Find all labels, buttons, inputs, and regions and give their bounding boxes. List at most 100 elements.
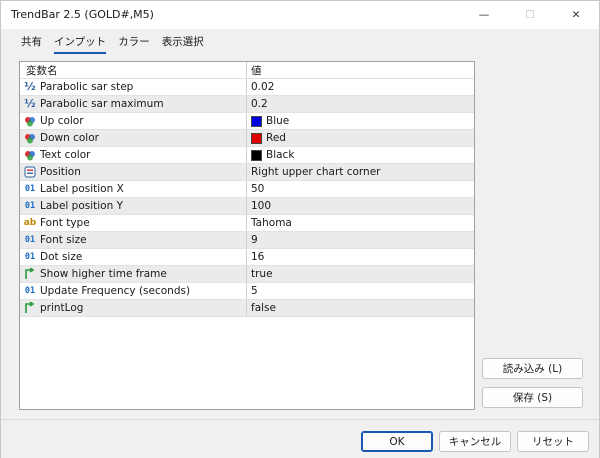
param-name: Show higher time frame [40, 268, 167, 280]
save-button[interactable]: 保存 (S) [482, 387, 583, 408]
table-row[interactable]: Text color Black [20, 147, 474, 164]
param-name: Dot size [40, 251, 83, 263]
tab-colors[interactable]: カラー [112, 35, 156, 52]
integer-icon: 01 [24, 252, 36, 262]
param-value-cell[interactable]: 50 [247, 181, 474, 197]
param-name-cell: 01 Font size [20, 232, 247, 248]
close-button[interactable]: ✕ [553, 1, 599, 29]
string-ab-icon: ab [23, 218, 37, 228]
color-swatch [251, 149, 262, 161]
table-row[interactable]: 01 Update Frequency (seconds) 5 [20, 283, 474, 300]
color-swatch [251, 115, 262, 127]
integer-icon: 01 [24, 286, 36, 296]
param-value: true [251, 268, 273, 280]
param-value: 0.02 [251, 81, 275, 93]
close-icon: ✕ [571, 9, 581, 21]
param-value-cell[interactable]: Black [247, 147, 474, 163]
param-name-cell: 01 Label position X [20, 181, 247, 197]
param-value: 0.2 [251, 98, 268, 110]
table-header: 変数名 値 [20, 62, 474, 79]
param-value: 50 [251, 183, 265, 195]
param-value-cell[interactable]: 0.2 [247, 96, 474, 112]
column-header-value[interactable]: 値 [247, 62, 474, 78]
param-value-cell[interactable]: 0.02 [247, 79, 474, 95]
table-row[interactable]: printLog false [20, 300, 474, 317]
param-value-cell[interactable]: Tahoma [247, 215, 474, 231]
cancel-button[interactable]: キャンセル [439, 431, 511, 452]
reset-button[interactable]: リセット [517, 431, 589, 452]
maximize-button[interactable]: ☐ [507, 1, 553, 29]
param-value-cell[interactable]: 5 [247, 283, 474, 299]
param-value-cell[interactable]: true [247, 266, 474, 282]
tab-common[interactable]: 共有 [15, 35, 48, 52]
param-value: Blue [266, 115, 290, 127]
param-name: Parabolic sar step [40, 81, 134, 93]
table-row[interactable]: ½ Parabolic sar maximum 0.2 [20, 96, 474, 113]
dialog-footer: OK キャンセル リセット [1, 419, 599, 458]
param-name: Position [40, 166, 81, 178]
param-name-cell: Show higher time frame [20, 266, 247, 282]
half-fraction-icon: ½ [24, 97, 36, 110]
table-row[interactable]: Down color Red [20, 130, 474, 147]
inputs-table: 変数名 値 ½ Parabolic sar step 0.02 ½ Parabolic … [19, 61, 475, 410]
tab-visualization[interactable]: 表示選択 [156, 35, 210, 52]
param-name-cell: Down color [20, 130, 247, 146]
param-value: 16 [251, 251, 265, 263]
param-name-cell: Up color [20, 113, 247, 129]
param-value: Black [266, 149, 295, 161]
param-name: Parabolic sar maximum [40, 98, 164, 110]
minimize-icon: — [478, 9, 490, 21]
table-row[interactable]: Show higher time frame true [20, 266, 474, 283]
table-row[interactable]: ½ Parabolic sar step 0.02 [20, 79, 474, 96]
integer-icon: 01 [24, 235, 36, 245]
boolean-arrow-icon [25, 268, 35, 279]
table-row[interactable]: 01 Font size 9 [20, 232, 474, 249]
param-value-cell[interactable]: 100 [247, 198, 474, 214]
param-value-cell[interactable]: false [247, 300, 474, 316]
boolean-arrow-icon [25, 302, 35, 313]
param-value: Red [266, 132, 286, 144]
load-button[interactable]: 読み込み (L) [482, 358, 583, 379]
param-value-cell[interactable]: Red [247, 130, 474, 146]
param-value: 100 [251, 200, 272, 212]
param-name-cell: printLog [20, 300, 247, 316]
table-row[interactable]: 01 Label position X 50 [20, 181, 474, 198]
table-row[interactable]: Up color Blue [20, 113, 474, 130]
param-value-cell[interactable]: 16 [247, 249, 474, 265]
param-name-cell: 01 Dot size [20, 249, 247, 265]
table-row[interactable]: 01 Dot size 16 [20, 249, 474, 266]
param-name: Label position Y [40, 200, 124, 212]
param-name-cell: Position [20, 164, 247, 180]
maximize-icon: ☐ [525, 9, 535, 21]
param-name-cell: 01 Update Frequency (seconds) [20, 283, 247, 299]
param-value: false [251, 302, 276, 314]
tab-bar: 共有 インプット カラー 表示選択 [15, 35, 210, 54]
table-row[interactable]: 01 Label position Y 100 [20, 198, 474, 215]
param-name: Text color [40, 149, 91, 161]
param-name-cell: 01 Label position Y [20, 198, 247, 214]
minimize-button[interactable]: — [461, 1, 507, 29]
param-value-cell[interactable]: Blue [247, 113, 474, 129]
table-row[interactable]: ab Font type Tahoma [20, 215, 474, 232]
param-value: Right upper chart corner [251, 166, 381, 178]
param-value-cell[interactable]: Right upper chart corner [247, 164, 474, 180]
table-row[interactable]: Position Right upper chart corner [20, 164, 474, 181]
param-name: Update Frequency (seconds) [40, 285, 191, 297]
title-bar: TrendBar 2.5 (GOLD#,M5) — ☐ ✕ [1, 1, 599, 29]
color-palette-icon [25, 117, 35, 127]
param-value: 5 [251, 285, 258, 297]
ok-button[interactable]: OK [361, 431, 433, 452]
window-title: TrendBar 2.5 (GOLD#,M5) [11, 8, 154, 21]
param-value: Tahoma [251, 217, 292, 229]
dialog-window: TrendBar 2.5 (GOLD#,M5) — ☐ ✕ 共有 インプット カ… [0, 0, 600, 458]
column-header-name[interactable]: 変数名 [20, 62, 247, 78]
color-swatch [251, 132, 262, 144]
color-palette-icon [25, 134, 35, 144]
tab-inputs[interactable]: インプット [48, 35, 112, 54]
param-name: Up color [40, 115, 84, 127]
param-value-cell[interactable]: 9 [247, 232, 474, 248]
param-name: Font type [40, 217, 90, 229]
integer-icon: 01 [24, 201, 36, 211]
param-name-cell: ½ Parabolic sar maximum [20, 96, 247, 112]
param-name: printLog [40, 302, 84, 314]
